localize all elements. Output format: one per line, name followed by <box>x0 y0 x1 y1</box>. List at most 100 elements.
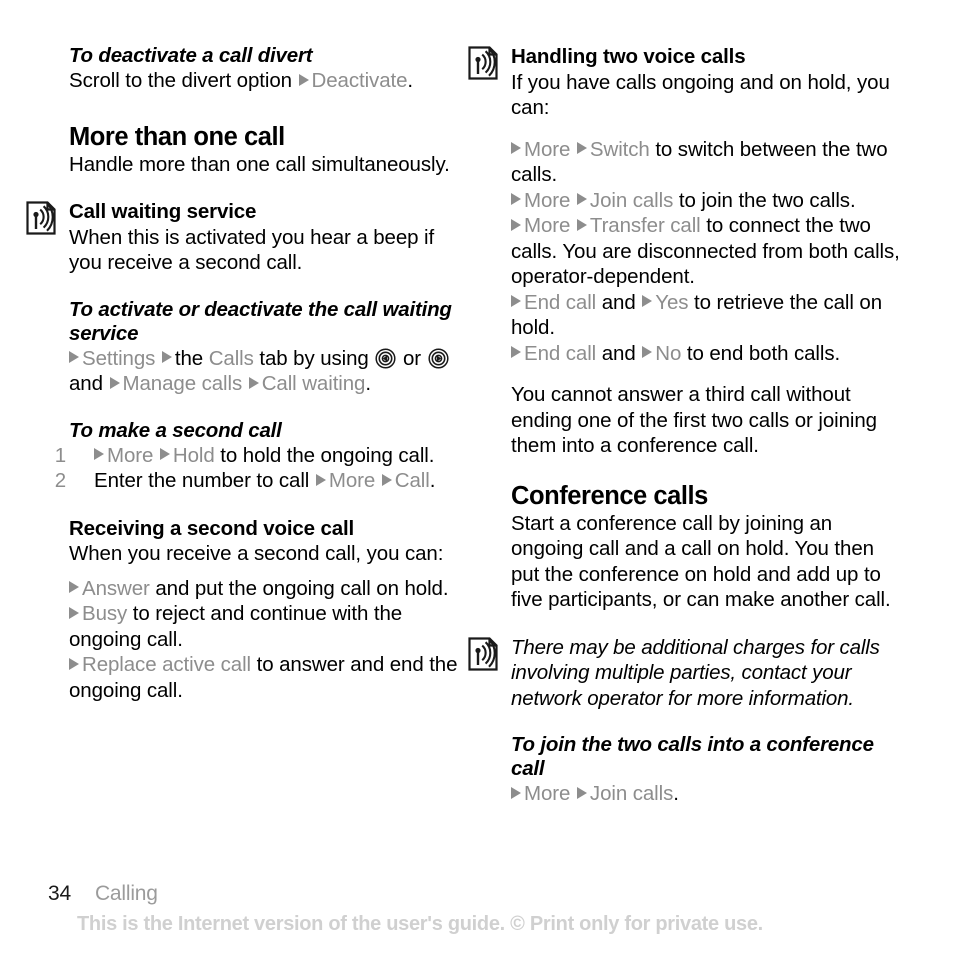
ui-term: Hold <box>172 443 215 467</box>
footer-disclaimer: This is the Internet version of the user… <box>77 913 763 935</box>
section-heading: Conference calls <box>511 481 708 510</box>
ui-term: Calls <box>208 346 254 370</box>
text-fragment: to connect the two calls. You are discon… <box>511 214 900 288</box>
procedure-body: Settings the Calls tab by using or and M… <box>69 346 465 397</box>
step-number: 2 <box>54 469 66 492</box>
procedure-join-two-calls: To join the two calls into a conference … <box>511 733 907 807</box>
step-arrow-icon <box>159 448 170 460</box>
nav-key-left-icon <box>375 347 396 369</box>
text-fragment: and <box>601 341 636 365</box>
step-arrow-icon <box>511 218 521 231</box>
step-arrow-icon <box>69 581 79 593</box>
block-receiving-second-voice-call: Receiving a second voice call When you r… <box>69 516 465 704</box>
step-arrow-icon <box>315 473 326 486</box>
subsection-body: When you receive a second call, you can: <box>69 542 444 565</box>
ui-term: Yes <box>655 290 689 314</box>
option-line: More Transfer call to connect the two ca… <box>511 213 907 290</box>
procedure-activate-call-waiting: To activate or deactivate the call waiti… <box>69 298 465 397</box>
text-fragment: and put the ongoing call on hold. <box>155 576 449 600</box>
procedure-title: To deactivate a call divert <box>69 44 313 67</box>
ui-term: More <box>107 443 154 467</box>
step-arrow-icon <box>94 448 104 460</box>
section-heading: More than one call <box>69 122 285 151</box>
ui-term: Manage calls <box>122 372 243 395</box>
subsection-heading: Receiving a second voice call <box>69 516 355 540</box>
ui-term: End call <box>524 341 597 365</box>
text-fragment: . <box>673 782 679 805</box>
option-line: Answer and put the ongoing call on hold. <box>69 576 465 602</box>
step-arrow-icon <box>511 786 521 799</box>
ui-term: Answer <box>82 576 150 600</box>
two-call-options-list: More Switch to switch between the two ca… <box>511 137 907 367</box>
text-fragment: . <box>407 69 413 92</box>
page-footer: 34 Calling This is the Internet version o… <box>0 874 954 954</box>
step-arrow-icon <box>511 295 521 307</box>
ui-term: More <box>524 137 571 161</box>
text-fragment: to end both calls. <box>686 341 841 365</box>
text-fragment: to hold the ongoing call. <box>220 443 435 467</box>
procedure-title: To activate or deactivate the call waiti… <box>69 297 452 345</box>
page-number: 34 <box>48 882 71 905</box>
block-handling-two-voice-calls: Handling two voice calls If you have cal… <box>468 44 907 121</box>
procedure-deactivate-call-divert: To deactivate a call divert Scroll to th… <box>69 44 465 94</box>
step-arrow-icon <box>248 376 259 389</box>
footer-pagination: 34 Calling <box>48 882 158 906</box>
ui-term: Settings <box>82 346 156 370</box>
subsection-heading: Call waiting service <box>69 200 257 223</box>
manual-page: To deactivate a call divert Scroll to th… <box>0 0 954 954</box>
procedure-title: To make a second call <box>69 418 282 442</box>
note-signal-icon <box>26 201 56 235</box>
option-line: Replace active call to answer and end th… <box>69 652 465 703</box>
step-arrow-icon <box>69 351 79 363</box>
text-fragment: . <box>365 372 371 395</box>
section-more-than-one-call: More than one call Handle more than one … <box>69 122 465 178</box>
text-fragment: and <box>69 372 103 395</box>
subsection-body: If you have calls ongoing and on hold, y… <box>511 70 890 120</box>
step-arrow-icon <box>511 193 521 205</box>
text-fragment: to join the two calls. <box>678 188 856 212</box>
text-fragment: the <box>174 346 204 370</box>
procedure-title: To join the two calls into a conference … <box>511 733 874 780</box>
note-signal-icon <box>468 636 498 671</box>
ui-term: Transfer call <box>589 214 701 237</box>
step-arrow-icon <box>161 351 172 363</box>
step-number: 1 <box>54 443 66 467</box>
nav-key-right-icon <box>428 347 449 369</box>
ui-term: Deactivate <box>311 69 408 92</box>
step-arrow-icon <box>69 606 79 619</box>
step-arrow-icon <box>511 142 521 154</box>
procedure-make-second-call: To make a second call 1 More Hold to hold… <box>55 418 465 494</box>
ui-term: Call <box>394 469 430 492</box>
step-arrow-icon <box>298 73 309 86</box>
ui-term: More <box>524 782 571 805</box>
section-conference-calls: Conference calls Start a conference call… <box>511 481 907 613</box>
note-body: There may be additional charges for call… <box>511 635 880 710</box>
numbered-step-list: 1 More Hold to hold the ongoing call. 2 En… <box>55 443 465 494</box>
procedure-body: More Join calls. <box>511 781 907 807</box>
step-arrow-icon <box>381 473 392 486</box>
block-charges-note: There may be additional charges for call… <box>468 635 907 712</box>
ui-term: Busy <box>82 602 128 625</box>
step-arrow-icon <box>642 346 653 358</box>
block-call-waiting-service: Call waiting service When this is activa… <box>26 199 465 276</box>
step-arrow-icon <box>576 142 587 154</box>
text-fragment: tab by using <box>259 346 369 370</box>
step-arrow-icon <box>511 346 521 358</box>
step-arrow-icon <box>576 786 587 799</box>
step-arrow-icon <box>69 657 79 670</box>
section-intro: Start a conference call by joining an on… <box>511 511 891 612</box>
ui-term: More <box>524 188 571 212</box>
numbered-step: 1 More Hold to hold the ongoing call. <box>55 443 465 469</box>
left-column: To deactivate a call divert Scroll to th… <box>26 44 465 704</box>
ui-term: Join calls <box>589 188 674 212</box>
ui-term: More <box>328 469 376 492</box>
third-call-note: You cannot answer a third call without e… <box>511 383 877 457</box>
